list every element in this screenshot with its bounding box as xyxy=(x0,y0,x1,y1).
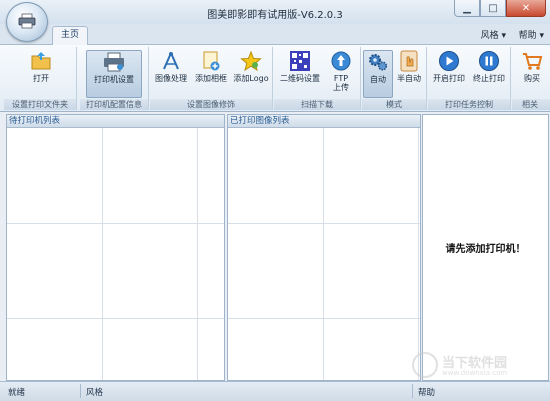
group-print-folder: 打开 设置打印文件夹 xyxy=(4,47,77,110)
group-label: 相关 xyxy=(512,99,550,110)
group-related: 购买 相关 xyxy=(512,47,550,110)
qrcode-icon xyxy=(289,50,311,72)
group-label: 设置图像修饰 xyxy=(150,99,272,110)
open-button[interactable]: 打开 xyxy=(26,50,56,83)
group-label: 扫描下载 xyxy=(274,99,360,110)
buy-label: 购买 xyxy=(524,74,540,83)
hand-icon xyxy=(398,50,420,72)
auto-mode-button[interactable]: 自动 xyxy=(363,50,393,98)
group-scan-download: 二维码设置 FTP上传 扫描下载 xyxy=(274,47,361,110)
upload-icon xyxy=(330,50,352,72)
printer-icon xyxy=(18,13,36,29)
auto-mode-label: 自动 xyxy=(370,75,386,84)
qrcode-settings-button[interactable]: 二维码设置 xyxy=(276,50,324,83)
printer-status-panel: 请先添加打印机！ xyxy=(422,114,549,381)
help-menu-label: 帮助 xyxy=(518,31,537,41)
printer-settings-button[interactable]: 打印机设置 xyxy=(86,50,142,98)
add-frame-button[interactable]: 添加相框 xyxy=(192,50,230,83)
semi-auto-label: 半自动 xyxy=(397,74,421,83)
title-bar: 图美即影即有试用版-V6.2.0.3 ▁ □ ✕ xyxy=(0,0,550,25)
status-separator xyxy=(412,384,413,398)
pending-printer-list[interactable] xyxy=(7,128,224,380)
add-frame-label: 添加相框 xyxy=(195,74,227,83)
watermark: 当下软件园 www.downxia.com xyxy=(412,352,542,380)
grid-line xyxy=(418,128,419,380)
pending-printer-panel: 待打印机列表 xyxy=(6,114,225,381)
add-printer-notice: 请先添加打印机！ xyxy=(445,244,526,255)
help-menu[interactable]: 帮助 ▾ xyxy=(519,28,544,41)
maximize-button[interactable]: □ xyxy=(480,0,506,17)
ftp-upload-label: FTP上传 xyxy=(333,74,349,92)
pending-printer-title: 待打印机列表 xyxy=(7,115,224,128)
group-image-decoration: 图像处理 添加相框 添加Logo 设置图像修饰 xyxy=(150,47,273,110)
grid-line xyxy=(197,128,198,380)
buy-button[interactable]: 购买 xyxy=(518,50,546,83)
status-ready: 就绪 xyxy=(8,388,26,398)
stop-print-button[interactable]: 终止打印 xyxy=(470,50,508,83)
printed-image-list[interactable] xyxy=(228,128,420,380)
minimize-button[interactable]: ▁ xyxy=(454,0,480,17)
stop-print-label: 终止打印 xyxy=(473,74,505,83)
cart-icon xyxy=(521,50,543,72)
start-print-button[interactable]: 开启打印 xyxy=(430,50,468,83)
frame-add-icon xyxy=(200,50,222,72)
semi-auto-button[interactable]: 半自动 xyxy=(394,50,424,83)
group-print-task-control: 开启打印 终止打印 打印任务控制 xyxy=(428,47,511,110)
compass-icon xyxy=(160,50,182,72)
close-button[interactable]: ✕ xyxy=(506,0,546,17)
printer-icon xyxy=(103,51,125,73)
pause-icon xyxy=(478,50,500,72)
group-label: 打印任务控制 xyxy=(428,99,510,110)
watermark-url: www.downxia.com xyxy=(442,369,508,377)
gears-icon xyxy=(367,51,389,73)
ftp-upload-button[interactable]: FTP上传 xyxy=(328,50,354,92)
open-button-label: 打开 xyxy=(33,74,49,83)
add-logo-label: 添加Logo xyxy=(233,74,269,83)
window-controls: ▁ □ ✕ xyxy=(454,0,546,18)
group-label: 模式 xyxy=(362,99,426,110)
group-label: 打印机配置信息 xyxy=(80,99,148,110)
style-menu[interactable]: 风格 ▾ xyxy=(481,28,506,41)
grid-line xyxy=(323,128,324,380)
group-printer-config: 打印机设置 打印机配置信息 xyxy=(80,47,149,110)
grid-line xyxy=(228,223,420,224)
ribbon: 打开 设置打印文件夹 打印机设置 打印机配置信息 图像处理 添加相框 添加Log… xyxy=(0,45,550,112)
status-style: 风格 xyxy=(86,388,104,398)
watermark-logo-icon xyxy=(412,352,438,378)
status-separator xyxy=(80,384,81,398)
status-help: 帮助 xyxy=(418,388,436,398)
star-icon xyxy=(240,50,262,72)
grid-line xyxy=(7,318,224,319)
image-processing-button[interactable]: 图像处理 xyxy=(152,50,190,83)
qrcode-settings-label: 二维码设置 xyxy=(280,74,320,83)
tab-row: 主页 风格 ▾ 帮助 ▾ xyxy=(0,24,550,45)
image-processing-label: 图像处理 xyxy=(155,74,187,83)
group-mode: 自动 半自动 模式 xyxy=(362,47,427,110)
group-label: 设置打印文件夹 xyxy=(4,99,76,110)
printed-image-title: 已打印图像列表 xyxy=(228,115,420,128)
start-print-label: 开启打印 xyxy=(433,74,465,83)
printer-settings-label: 打印机设置 xyxy=(94,75,134,84)
app-menu-button[interactable] xyxy=(6,2,48,42)
grid-line xyxy=(7,223,224,224)
status-bar: 就绪 风格 帮助 xyxy=(0,381,550,401)
tab-home[interactable]: 主页 xyxy=(52,26,88,45)
grid-line xyxy=(102,128,103,380)
style-menu-label: 风格 xyxy=(480,31,499,41)
grid-line xyxy=(228,318,420,319)
add-logo-button[interactable]: 添加Logo xyxy=(232,50,270,83)
printed-image-panel: 已打印图像列表 xyxy=(227,114,421,381)
play-icon xyxy=(438,50,460,72)
folder-open-icon xyxy=(30,50,52,72)
